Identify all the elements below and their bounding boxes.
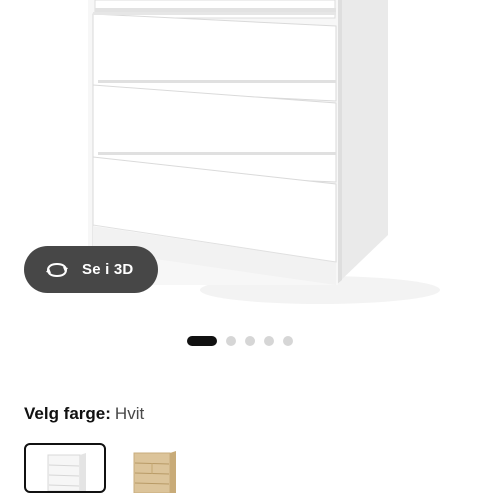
selected-color-value: Hvit [114, 404, 145, 423]
rotate-3d-icon [44, 260, 70, 280]
carousel-indicator [0, 336, 480, 346]
color-picker-label: Velg farge: [24, 404, 111, 423]
carousel-dot-1[interactable] [187, 336, 217, 346]
carousel-dot-5[interactable] [283, 336, 293, 346]
carousel-dot-4[interactable] [264, 336, 274, 346]
color-swatch-white[interactable] [24, 443, 106, 493]
view-in-3d-button[interactable]: Se i 3D [24, 246, 158, 293]
carousel-dot-3[interactable] [245, 336, 255, 346]
white-dresser-thumbnail [47, 453, 86, 491]
color-swatch-birch[interactable] [118, 443, 200, 493]
birch-dresser-thumbnail [133, 451, 176, 493]
color-picker-title: Velg farge: Hvit [24, 404, 144, 424]
carousel-dot-2[interactable] [226, 336, 236, 346]
view-in-3d-label: Se i 3D [82, 261, 134, 278]
